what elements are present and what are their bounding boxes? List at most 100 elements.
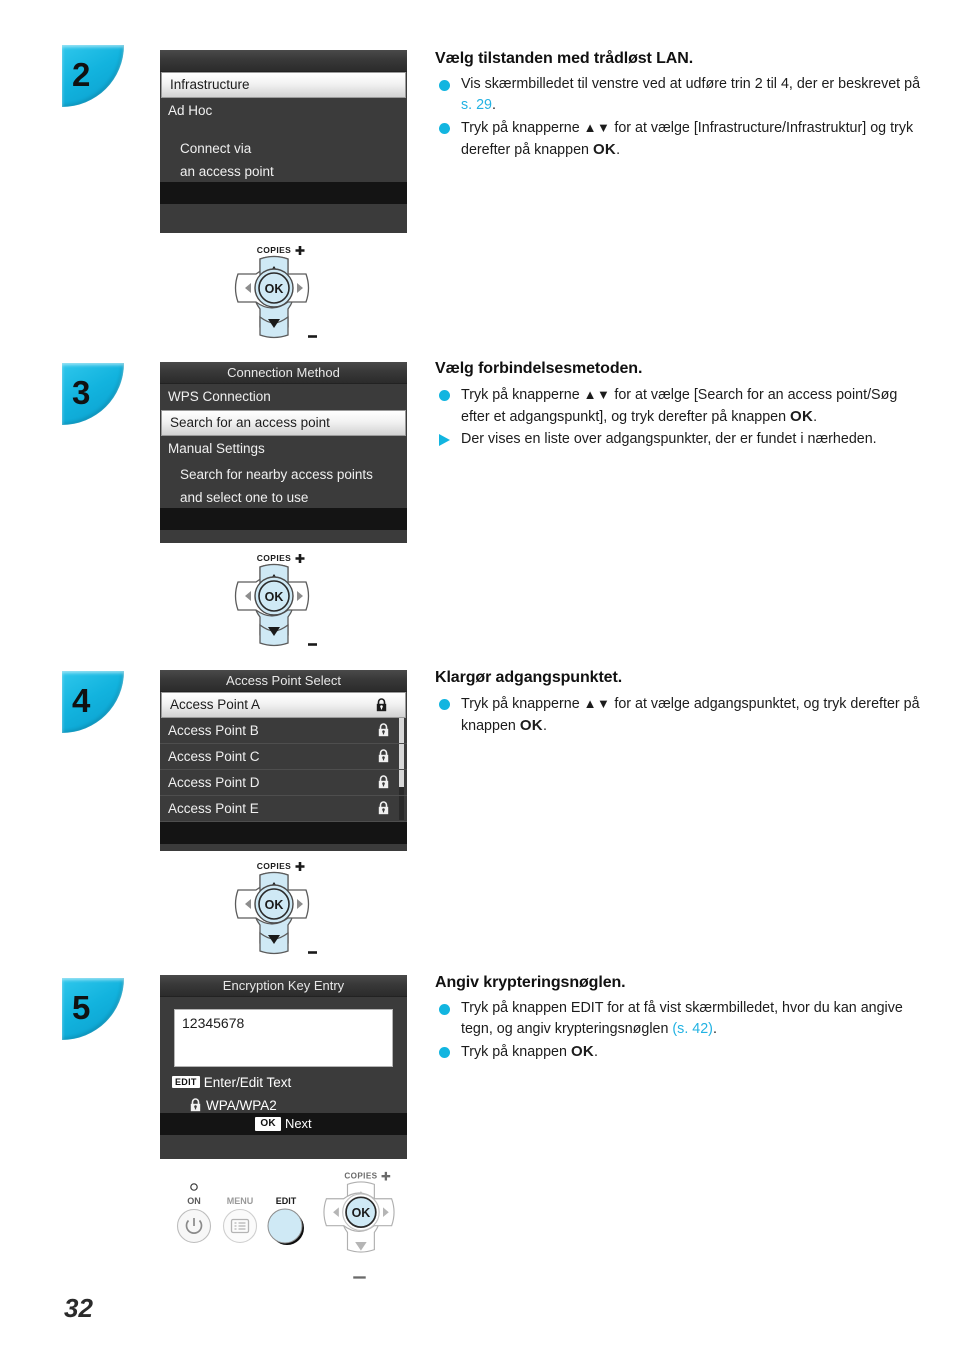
step-bullets: Tryk på knappen EDIT for at få vist skær…	[435, 998, 925, 1063]
lcd-description-line-1: Search for nearby access points	[180, 467, 373, 482]
access-point-item-c[interactable]: Access Point C	[160, 744, 407, 770]
lcd-title: Connection Method	[160, 362, 407, 384]
menu-item-label: Ad Hoc	[168, 103, 213, 118]
control-panel-illustration: ON MENU EDIT COPIES OK	[163, 1165, 413, 1300]
copies-label: COPIES	[344, 1172, 377, 1181]
lock-icon	[190, 1098, 201, 1112]
plus-icon	[295, 862, 305, 871]
control-pad-illustration: COPIES OK	[222, 859, 327, 964]
text-run: Tryk på knapperne	[461, 696, 584, 712]
access-point-item-b[interactable]: Access Point B	[160, 718, 407, 744]
copies-label: COPIES	[257, 861, 292, 871]
bullet-text: Tryk på knapperne ▲▼ for at vælge [Searc…	[461, 387, 897, 425]
plus-icon	[295, 554, 305, 563]
lcd-description-line-2: and select one to use	[180, 490, 309, 505]
menu-item-label: WPS Connection	[168, 389, 271, 404]
copies-label: COPIES	[257, 245, 292, 255]
lcd-footer	[160, 182, 407, 204]
menu-label: MENU	[227, 1196, 254, 1206]
control-pad-svg: COPIES OK	[234, 245, 317, 339]
lcd-description-line-2: an access point	[180, 164, 274, 179]
bullet-item: Tryk på knapperne ▲▼ for at vælge [Infra…	[435, 117, 925, 161]
text-run: .	[712, 1021, 717, 1037]
lcd-screen-step4: Access Point Select Access Point A Acces…	[160, 670, 407, 851]
step-badge-3: 3	[62, 363, 124, 425]
ok-key-label: OK	[592, 141, 617, 158]
lock-icon	[378, 723, 389, 737]
text-run: Tryk på knappen	[461, 1044, 571, 1060]
lcd-footer	[160, 508, 407, 530]
lcd-screen-step2: Infrastructure Ad Hoc Connect via an acc…	[160, 50, 407, 233]
menu-item-label: Manual Settings	[168, 441, 265, 456]
step-badge-4: 4	[62, 671, 124, 733]
edit-hint-label: Enter/Edit Text	[203, 1075, 292, 1090]
step-text-5: Angiv krypteringsnøglen. Tryk på knappen…	[435, 974, 925, 1064]
power-led-icon	[190, 1183, 198, 1191]
plus-icon	[381, 1171, 391, 1181]
text-run: .	[594, 1044, 599, 1060]
access-point-label: Access Point A	[170, 697, 261, 712]
bullet-text: Tryk på knapperne ▲▼ for at vælge [Infra…	[461, 120, 913, 158]
step-text-3: Vælg forbindelsesmetoden. Tryk på knappe…	[435, 360, 925, 451]
bullet-item: Der vises en liste over adgangspunkter, …	[435, 429, 925, 450]
access-point-label: Access Point B	[168, 723, 259, 738]
step-bullets: Tryk på knapperne ▲▼ for at vælge adgang…	[435, 693, 925, 737]
control-pad-svg: COPIES OK	[234, 861, 317, 955]
ok-label: OK	[265, 590, 284, 604]
menu-item-search-access-point[interactable]: Search for an access point	[161, 410, 406, 436]
bullet-text: Tryk på knappen EDIT for at få vist skær…	[461, 1000, 903, 1037]
lcd-title	[160, 50, 407, 72]
text-run: Der vises en liste over adgangspunkter, …	[461, 431, 877, 447]
copies-label: COPIES	[257, 553, 292, 563]
step-badge-number: 5	[72, 989, 90, 1026]
edit-hint-row: EDIT Enter/Edit Text	[160, 1067, 407, 1090]
menu-item-manual-settings[interactable]: Manual Settings	[160, 436, 407, 462]
next-label: Next	[284, 1116, 312, 1131]
lcd-screen-step3: Connection Method WPS Connection Search …	[160, 362, 407, 543]
access-point-item-d[interactable]: Access Point D	[160, 770, 407, 796]
step-badge-number: 3	[72, 374, 90, 411]
lock-icon	[378, 775, 389, 789]
encryption-key-input[interactable]: 12345678	[174, 1009, 393, 1067]
bullet-item: Tryk på knapperne ▲▼ for at vælge [Searc…	[435, 384, 925, 428]
text-run: Vis skærmbilledet til venstre ved at udf…	[461, 76, 921, 92]
lcd-body: Infrastructure Ad Hoc Connect via an acc…	[160, 72, 407, 182]
text-run: Tryk på knapperne	[461, 387, 584, 403]
lock-icon	[378, 801, 389, 815]
lock-icon	[378, 749, 389, 763]
menu-item-infrastructure[interactable]: Infrastructure	[161, 72, 406, 98]
text-run: .	[616, 142, 621, 158]
control-pad-illustration: COPIES OK	[222, 551, 327, 656]
page-reference-link[interactable]: (s. 42)	[672, 1021, 713, 1037]
step-badge-number: 2	[72, 56, 90, 93]
access-point-item-e[interactable]: Access Point E	[160, 796, 407, 822]
bullet-item: Tryk på knappen EDIT for at få vist skær…	[435, 998, 925, 1040]
step-heading: Klargør adgangspunktet.	[435, 669, 623, 686]
ok-key-label: OK	[790, 408, 814, 425]
bullet-item: Tryk på knappen OK.	[435, 1041, 925, 1063]
page-reference-link[interactable]: s. 29	[461, 97, 492, 113]
menu-item-label: Search for an access point	[170, 415, 330, 430]
step-heading: Vælg tilstanden med trådløst LAN.	[435, 50, 694, 67]
step-badge-5: 5	[62, 978, 124, 1040]
step-badge-2: 2	[62, 45, 124, 107]
step-heading: Vælg forbindelsesmetoden.	[435, 360, 643, 377]
menu-item-wps-connection[interactable]: WPS Connection	[160, 384, 407, 410]
page-number: 32	[64, 1293, 93, 1323]
bullet-text: Vis skærmbilledet til venstre ved at udf…	[461, 76, 920, 113]
ok-label: OK	[265, 898, 284, 912]
updown-arrow-glyphs: ▲▼	[583, 120, 611, 135]
step-bullets: Vis skærmbilledet til venstre ved at udf…	[435, 74, 925, 161]
encryption-key-value: 12345678	[182, 1015, 245, 1031]
menu-item-ad-hoc[interactable]: Ad Hoc	[160, 98, 407, 124]
step-text-4: Klargør adgangspunktet. Tryk på knappern…	[435, 669, 925, 738]
ok-key-label: OK	[570, 1043, 595, 1060]
ok-badge: OK	[255, 1117, 281, 1131]
bullet-text: Tryk på knappen OK.	[461, 1043, 599, 1060]
lcd-body: WPS Connection Search for an access poin…	[160, 384, 407, 508]
edit-label: EDIT	[276, 1196, 297, 1206]
bullet-text: Der vises en liste over adgangspunkter, …	[461, 431, 877, 447]
text-run: Tryk på knapperne	[461, 120, 584, 136]
access-point-item-a[interactable]: Access Point A	[161, 692, 406, 718]
